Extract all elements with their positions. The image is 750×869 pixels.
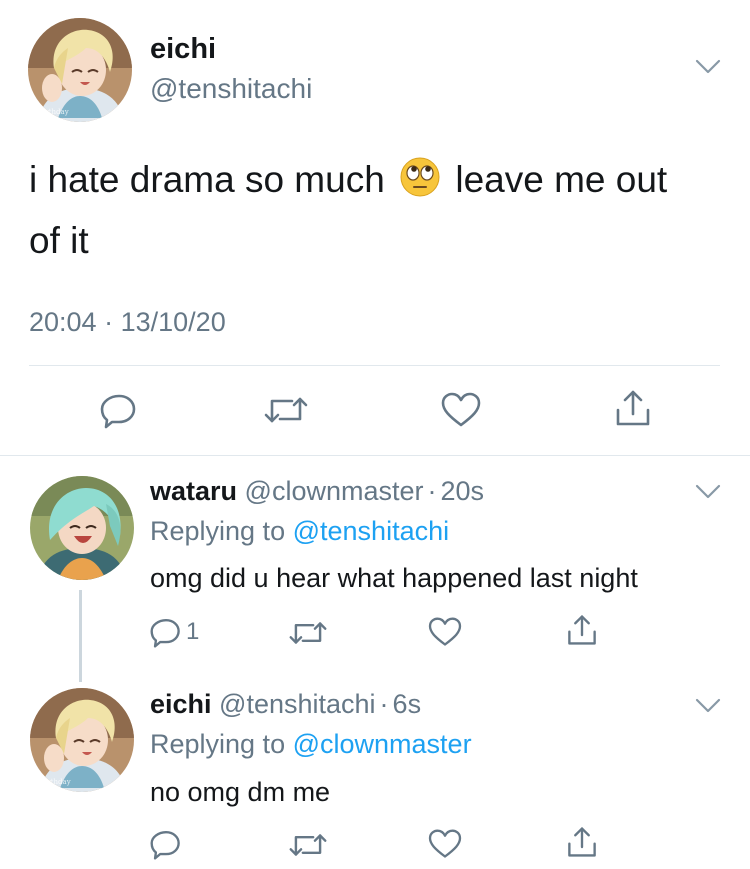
reply-icon — [100, 391, 138, 429]
replying-to-handle[interactable]: @clownmaster — [293, 729, 472, 759]
separator-dot: · — [427, 476, 437, 506]
like-icon — [428, 829, 462, 859]
reply-button[interactable] — [150, 828, 182, 860]
like-icon — [441, 392, 481, 428]
reply-text: omg did u hear what happened last night — [150, 563, 638, 593]
retweet-button[interactable] — [289, 618, 327, 648]
divider — [29, 365, 720, 366]
tweet-text-part1: i hate drama so much — [29, 159, 385, 200]
share-icon — [614, 388, 652, 428]
rolling-eyes-emoji-icon — [399, 156, 441, 211]
display-name[interactable]: eichi — [150, 689, 212, 719]
avatar[interactable] — [30, 476, 134, 580]
display-name[interactable]: eichi — [150, 33, 216, 66]
chevron-down-icon[interactable] — [694, 58, 722, 81]
share-button[interactable] — [566, 825, 598, 859]
thread-line — [79, 590, 82, 682]
reply-icon — [150, 828, 182, 860]
avatar[interactable]: Birthday — [28, 18, 132, 122]
separator-dot: · — [379, 689, 389, 719]
share-button[interactable] — [614, 388, 652, 428]
reply-count: 1 — [186, 618, 200, 645]
handle[interactable]: @clownmaster — [245, 476, 424, 506]
like-icon — [428, 617, 462, 647]
svg-text:Birthday: Birthday — [40, 778, 71, 786]
tweet-text-line2: of it — [29, 220, 89, 261]
replying-to-label: Replying to — [150, 516, 286, 546]
like-button[interactable] — [428, 829, 462, 859]
separator-dot: · — [104, 307, 114, 337]
retweet-button[interactable] — [264, 393, 308, 427]
reply-button[interactable] — [100, 391, 138, 429]
tweet-text-part2: leave me out — [455, 159, 668, 200]
tweet-age: 20s — [440, 476, 485, 506]
tweet-age: 6s — [392, 689, 422, 719]
share-icon — [566, 613, 598, 647]
avatar[interactable]: Birthday — [30, 688, 134, 792]
reply-text: no omg dm me — [150, 777, 331, 807]
display-name[interactable]: wataru — [150, 476, 237, 506]
timestamp: 20:04 · 13/10/20 — [29, 307, 226, 338]
replying-to: Replying to @clownmaster — [150, 729, 472, 760]
chevron-down-icon[interactable] — [694, 697, 722, 720]
like-button[interactable] — [441, 392, 481, 428]
reply-header: eichi @tenshitachi · 6s — [150, 689, 421, 720]
like-button[interactable] — [428, 617, 462, 647]
chevron-down-icon[interactable] — [694, 483, 722, 506]
share-button[interactable] — [566, 613, 598, 647]
share-icon — [566, 825, 598, 859]
reply-icon — [150, 616, 182, 648]
replying-to: Replying to @tenshitachi — [150, 516, 449, 547]
retweet-button[interactable] — [289, 830, 327, 860]
reply-header: wataru @clownmaster · 20s — [150, 476, 484, 507]
divider — [0, 455, 750, 456]
retweet-icon — [264, 393, 308, 427]
tweet-time: 20:04 — [29, 307, 97, 337]
handle[interactable]: @tenshitachi — [219, 689, 376, 719]
replying-to-label: Replying to — [150, 729, 286, 759]
tweet-date: 13/10/20 — [120, 307, 226, 337]
svg-text:Birthday: Birthday — [38, 108, 69, 116]
retweet-icon — [289, 830, 327, 860]
tweet-text: i hate drama so much leave me out — [29, 155, 729, 211]
retweet-icon — [289, 618, 327, 648]
handle[interactable]: @tenshitachi — [150, 73, 312, 105]
replying-to-handle[interactable]: @tenshitachi — [293, 516, 450, 546]
reply-button[interactable]: 1 — [150, 616, 199, 648]
